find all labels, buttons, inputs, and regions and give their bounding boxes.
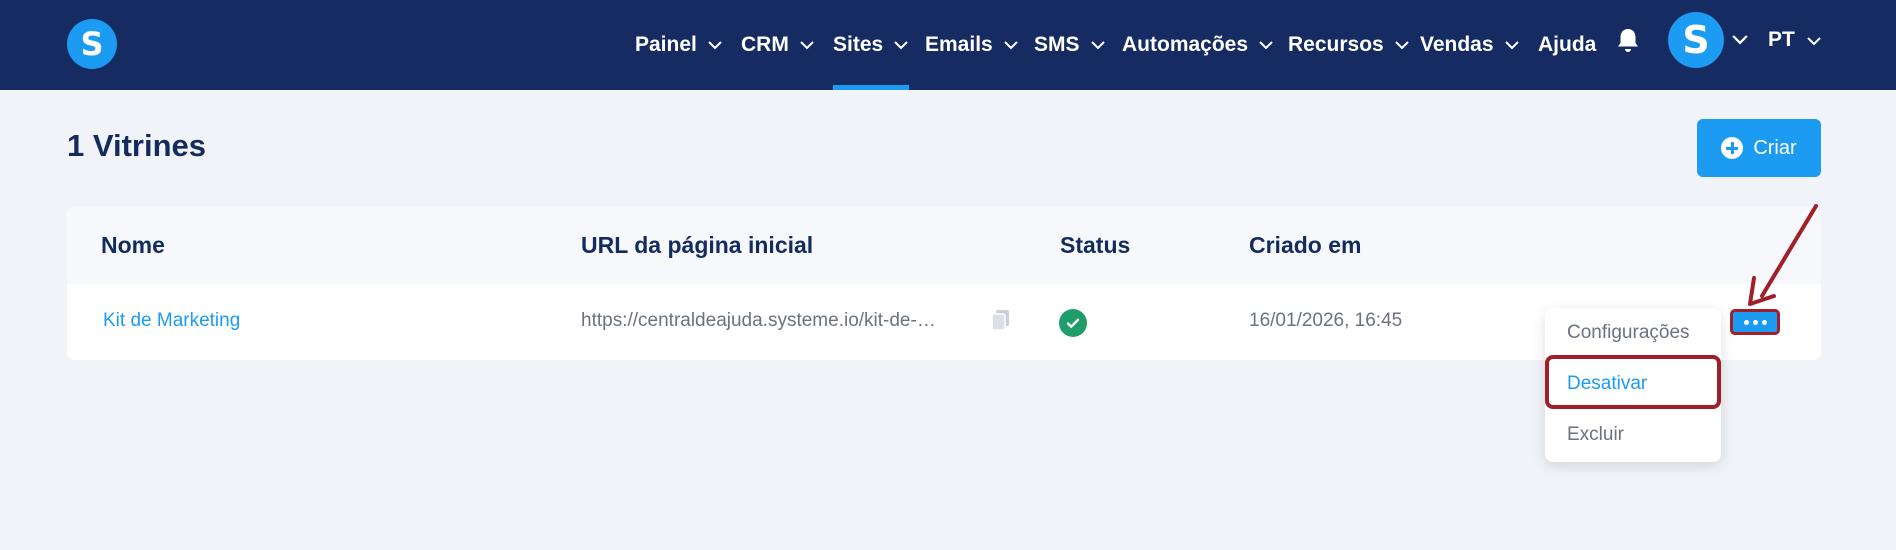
copy-icon[interactable]	[991, 309, 1011, 331]
nav-emails[interactable]: Emails	[925, 0, 1019, 90]
top-navbar: S Painel CRM Sites Emails SMS Automações…	[0, 0, 1896, 90]
status-active-icon	[1059, 309, 1087, 337]
language-label: PT	[1768, 28, 1795, 51]
language-selector[interactable]: PT	[1768, 0, 1821, 80]
chevron-down-icon	[799, 37, 815, 53]
nav-label: Vendas	[1420, 33, 1494, 56]
page-title: 1 Vitrines	[67, 128, 207, 163]
create-button-label: Criar	[1753, 136, 1797, 159]
chevron-down-icon	[1504, 37, 1520, 53]
nav-ajuda[interactable]: Ajuda	[1538, 0, 1596, 90]
chevron-down-icon	[707, 37, 723, 53]
nav-painel[interactable]: Painel	[635, 0, 723, 90]
chevron-down-icon[interactable]	[1732, 33, 1748, 47]
row-created-date: 16/01/2026, 16:45	[1249, 310, 1403, 331]
column-header-url: URL da página inicial	[581, 232, 814, 258]
table-header: Nome URL da página inicial Status Criado…	[67, 206, 1821, 284]
nav-automacoes[interactable]: Automações	[1122, 0, 1274, 90]
nav-vendas[interactable]: Vendas	[1420, 0, 1520, 90]
chevron-down-icon	[1258, 37, 1274, 53]
nav-label: Automações	[1122, 33, 1249, 56]
chevron-down-icon	[1394, 37, 1410, 53]
nav-label: Emails	[925, 33, 993, 56]
dot	[1752, 319, 1758, 325]
row-actions-button[interactable]	[1730, 309, 1780, 335]
nav-label: Sites	[833, 33, 884, 56]
menu-item-desativar[interactable]: Desativar	[1567, 373, 1647, 395]
nav-crm[interactable]: CRM	[741, 0, 815, 90]
chevron-down-icon	[1003, 37, 1019, 53]
plus-circle-icon	[1721, 137, 1744, 159]
create-button[interactable]: Criar	[1697, 119, 1821, 177]
column-header-status: Status	[1060, 232, 1131, 258]
bell-icon[interactable]	[1613, 26, 1643, 56]
chevron-down-icon	[893, 37, 909, 53]
menu-item-excluir[interactable]: Excluir	[1567, 424, 1624, 446]
nav-label: SMS	[1034, 33, 1080, 56]
nav-sms[interactable]: SMS	[1034, 0, 1106, 90]
row-name-link[interactable]: Kit de Marketing	[103, 310, 240, 332]
column-header-nome: Nome	[101, 232, 165, 258]
systeme-logo[interactable]: S	[67, 19, 117, 69]
nav-label: Recursos	[1288, 33, 1384, 56]
avatar[interactable]: S	[1668, 12, 1724, 68]
nav-label: Painel	[635, 33, 697, 56]
nav-label: CRM	[741, 33, 789, 56]
chevron-down-icon	[1090, 37, 1106, 53]
nav-sites[interactable]: Sites	[833, 0, 910, 90]
nav-recursos[interactable]: Recursos	[1288, 0, 1410, 90]
menu-item-configuracoes[interactable]: Configurações	[1567, 322, 1690, 344]
row-url: https://centraldeajuda.systeme.io/kit-de…	[581, 310, 936, 331]
dot	[1743, 319, 1749, 325]
column-header-criado: Criado em	[1249, 232, 1362, 258]
chevron-down-icon	[1807, 28, 1821, 52]
row-actions-menu: Configurações Desativar Excluir	[1545, 308, 1721, 462]
dot	[1761, 319, 1767, 325]
nav-label: Ajuda	[1538, 33, 1597, 56]
